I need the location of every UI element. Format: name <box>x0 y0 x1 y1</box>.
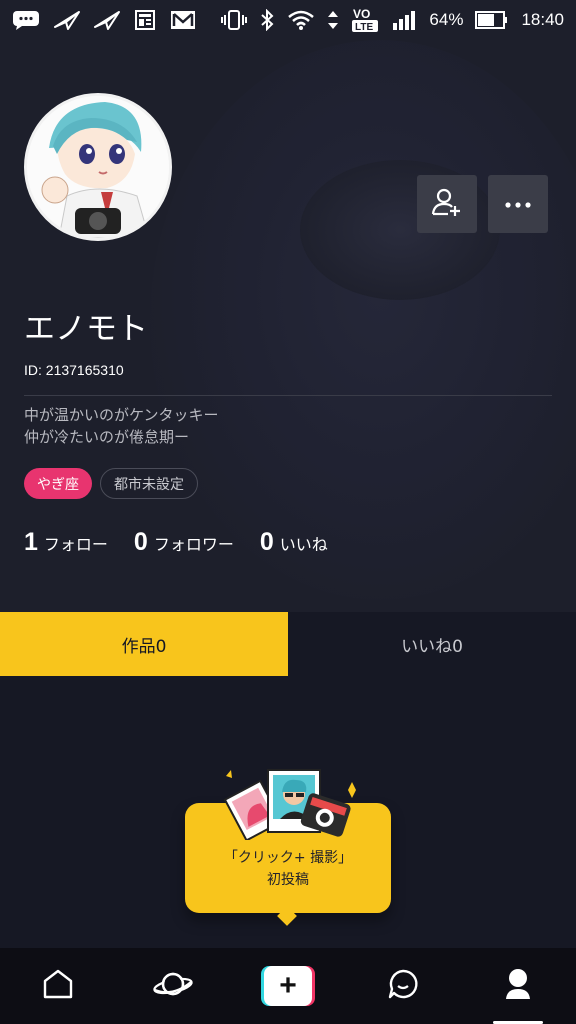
bluetooth-icon <box>259 9 275 31</box>
profile-tags: やぎ座 都市未設定 <box>24 468 198 499</box>
profile-bio: 中が温かいのがケンタッキー 仲が冷たいのが倦怠期ー <box>24 404 219 448</box>
clock: 18:40 <box>521 10 564 29</box>
content-tabs: 作品0 いいね0 <box>0 612 576 676</box>
bio-line: 仲が冷たいのが倦怠期ー <box>24 428 190 446</box>
paper-plane-icon <box>94 9 120 31</box>
message-icon <box>12 9 40 31</box>
followers-label: フォロワー <box>153 535 234 554</box>
followers-count: 0 <box>133 528 148 556</box>
add-friend-button[interactable] <box>417 175 477 233</box>
wifi-icon <box>287 9 315 31</box>
photos-camera-illustration <box>223 769 356 840</box>
svg-text:VO: VO <box>353 7 370 21</box>
profile-icon <box>503 967 533 1005</box>
tab-likes[interactable]: いいね0 <box>288 612 576 676</box>
battery-percent: 64% <box>429 10 464 29</box>
bio-line: 中が温かいのがケンタッキー <box>24 406 219 424</box>
status-bar: VO LTE 64% 18:40 <box>0 0 576 40</box>
blurred-cover-image <box>150 40 576 600</box>
tab-works[interactable]: 作品0 <box>0 612 288 676</box>
svg-text:LTE: LTE <box>355 22 373 33</box>
nav-discover[interactable] <box>133 956 213 1016</box>
mail-icon <box>170 9 196 31</box>
chat-icon <box>386 967 420 1005</box>
likes-count: 0 <box>259 528 274 556</box>
likes-stat[interactable]: 0 いいね <box>260 528 328 557</box>
city-tag[interactable]: 都市未設定 <box>100 468 198 499</box>
user-id: ID: 2137165310 <box>24 362 124 378</box>
volte-icon: VO LTE <box>351 6 379 34</box>
vibrate-icon <box>221 9 248 31</box>
news-icon <box>134 9 156 31</box>
battery-icon <box>475 9 509 31</box>
more-options-button[interactable] <box>488 175 548 233</box>
data-arrows-icon <box>327 9 339 31</box>
divider <box>24 395 552 396</box>
nav-create[interactable]: + <box>248 956 328 1016</box>
prompt-line: 初投稿 <box>267 872 309 888</box>
following-stat[interactable]: 1 フォロー <box>24 528 108 557</box>
following-label: フォロー <box>43 535 108 554</box>
profile-stats: 1 フォロー 0 フォロワー 0 いいね <box>24 528 328 557</box>
paper-plane-icon <box>54 9 80 31</box>
create-button[interactable]: + <box>260 966 315 1006</box>
profile-name: エノモト <box>24 311 148 347</box>
avatar-illustration <box>27 96 169 238</box>
following-count: 1 <box>24 528 38 556</box>
likes-label: いいね <box>279 535 328 554</box>
nav-profile[interactable] <box>478 956 558 1024</box>
followers-stat[interactable]: 0 フォロワー <box>134 528 234 557</box>
plus-icon: + <box>263 966 312 1006</box>
profile-screen: VO LTE 64% 18:40 エノモト ID: 2137165310 中が温… <box>0 0 576 1024</box>
signal-icon <box>391 9 417 31</box>
prompt-line: 「クリック+ 撮影」 <box>223 850 353 866</box>
nav-messages[interactable] <box>363 956 443 1016</box>
zodiac-tag[interactable]: やぎ座 <box>24 468 92 499</box>
add-user-icon <box>430 185 464 223</box>
nav-home[interactable] <box>18 956 98 1016</box>
bottom-navigation: + <box>0 948 576 1024</box>
planet-icon <box>152 967 194 1005</box>
home-icon <box>41 967 75 1005</box>
avatar[interactable] <box>24 93 172 241</box>
more-dots-icon <box>503 195 533 214</box>
